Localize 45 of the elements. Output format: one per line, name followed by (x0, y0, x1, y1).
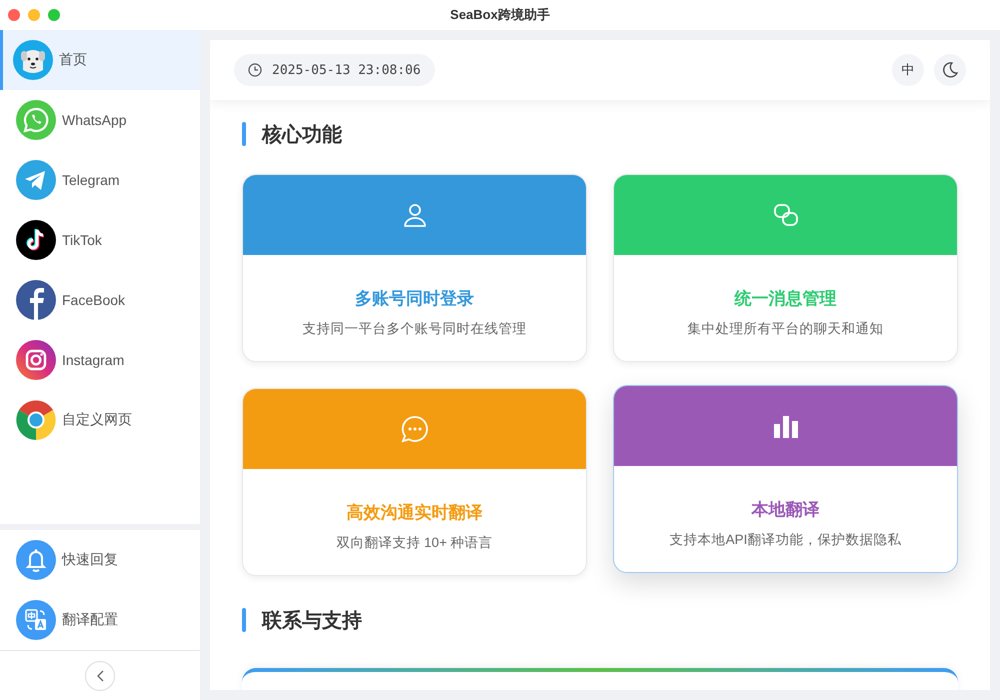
bar-chart-icon (772, 414, 798, 438)
card-title: 高效沟通实时翻译 (346, 502, 482, 524)
section-title: 核心功能 (262, 122, 342, 148)
chevron-left-icon (96, 670, 104, 682)
language-button[interactable]: 中 (892, 54, 924, 86)
sidebar-item[interactable]: 快速回复 (0, 530, 200, 590)
card-description: 支持同一平台多个账号同时在线管理 (302, 320, 526, 338)
clock-icon (248, 63, 262, 77)
translate-icon (16, 600, 56, 640)
sidebar-item[interactable]: Telegram (0, 150, 200, 210)
feature-card[interactable]: 统一消息管理 集中处理所有平台的聊天和通知 (613, 174, 958, 362)
sidebar-item[interactable]: 自定义网页 (0, 390, 200, 450)
datetime-display: 2025-05-13 23:08:06 (234, 54, 435, 86)
window-title: SeaBox跨境助手 (450, 6, 550, 24)
camera-icon (16, 340, 56, 380)
card-description: 支持本地API翻译功能，保护数据隐私 (670, 530, 902, 548)
music-note-icon (16, 220, 56, 260)
chat-bubble-icon (400, 414, 430, 444)
moon-icon (941, 61, 959, 79)
feature-card[interactable]: 多账号同时登录 支持同一平台多个账号同时在线管理 (242, 174, 587, 362)
sidebar-item[interactable]: 翻译配置 (0, 590, 200, 650)
paper-plane-icon (16, 160, 56, 200)
sidebar-item[interactable]: WhatsApp (0, 90, 200, 150)
sidebar-item[interactable]: Instagram (0, 330, 200, 390)
zoom-button[interactable] (48, 9, 60, 21)
card-title: 多账号同时登录 (355, 288, 474, 310)
close-button[interactable] (8, 9, 20, 21)
card-description: 双向翻译支持 10+ 种语言 (336, 534, 493, 552)
bell-icon (16, 540, 56, 580)
collapse-sidebar-button[interactable] (85, 660, 115, 690)
minimize-button[interactable] (28, 9, 40, 21)
theme-toggle-button[interactable] (934, 54, 966, 86)
feature-card[interactable]: 高效沟通实时翻译 双向翻译支持 10+ 种语言 (242, 388, 587, 576)
sidebar-item[interactable]: TikTok (0, 210, 200, 270)
browser-logo-icon (16, 400, 56, 440)
feature-card[interactable]: 本地翻译 支持本地API翻译功能，保护数据隐私 (613, 385, 958, 573)
letter-f-icon (16, 280, 56, 320)
dog-avatar-icon (13, 40, 53, 80)
card-description: 集中处理所有平台的聊天和通知 (688, 320, 884, 338)
section-title: 联系与支持 (262, 608, 362, 634)
sidebar-item[interactable]: FaceBook (0, 270, 200, 330)
card-title: 本地翻译 (752, 498, 820, 520)
card-title: 统一消息管理 (734, 288, 836, 310)
sidebar-item[interactable]: 首页 (0, 30, 200, 90)
chat-bubble-phone-icon (16, 100, 56, 140)
